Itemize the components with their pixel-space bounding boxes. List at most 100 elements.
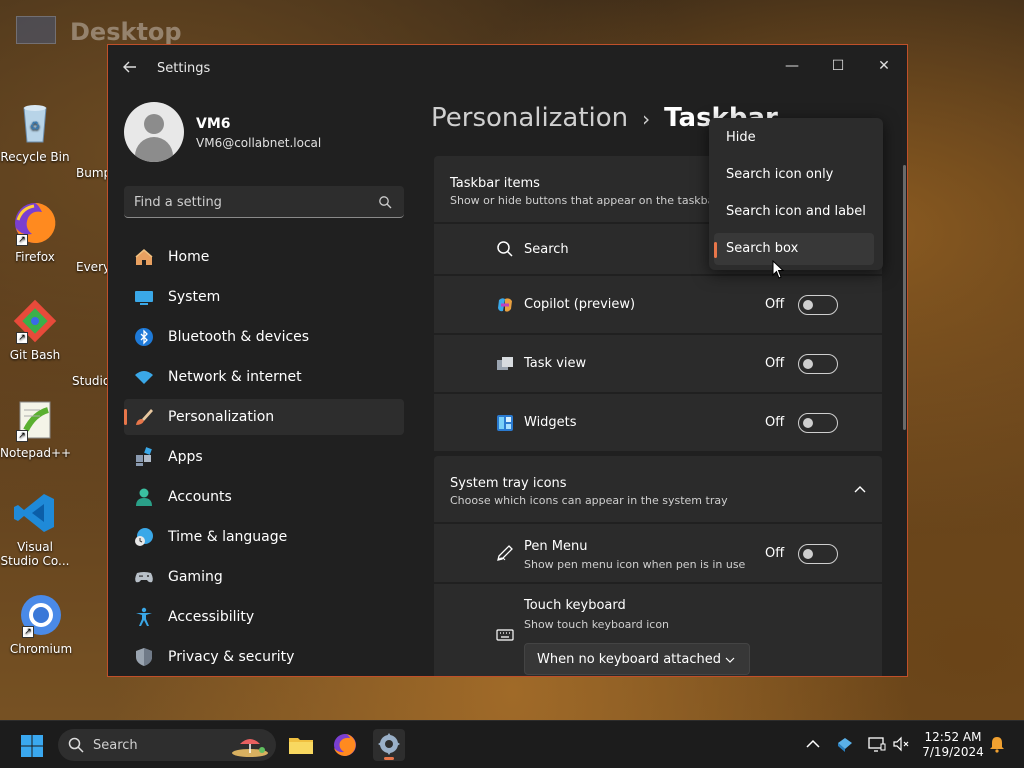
system-tray-subtitle: Choose which icons can appear in the sys… [450, 494, 728, 507]
sidebar-item-time-language[interactable]: Time & language [124, 519, 404, 555]
toggle-knob [803, 549, 813, 559]
clock-time: 12:52 AM [924, 730, 982, 744]
setting-row-copilot[interactable]: Copilot (preview) Off [434, 276, 882, 333]
sidebar-item-label: Time & language [168, 529, 288, 545]
task-view-toggle[interactable] [798, 354, 838, 374]
sidebar-item-accessibility[interactable]: Accessibility [124, 599, 404, 635]
breadcrumb-parent[interactable]: Personalization [431, 103, 628, 133]
setting-row-task-view[interactable]: Task view Off [434, 335, 882, 392]
desktop-icon-partial-bump[interactable]: Bump [76, 166, 111, 180]
copilot-toggle[interactable] [798, 295, 838, 315]
mouse-cursor-icon [772, 260, 785, 279]
sidebar-item-network-internet[interactable]: Network & internet [124, 359, 404, 395]
taskbar-clock[interactable]: 12:52 AM 7/19/2024 [918, 730, 988, 760]
git-bash-icon: ↗ [12, 298, 58, 344]
keyboard-icon [496, 629, 514, 641]
firefox-taskbar-button[interactable] [329, 729, 361, 761]
pen-menu-row-label: Pen Menu [524, 539, 588, 554]
volume-muted-icon[interactable] [892, 735, 910, 753]
desktop-icon-chromium[interactable]: ↗ Chromium [6, 592, 76, 656]
task-view-row-label: Task view [524, 356, 587, 371]
desktop-icon-git-bash[interactable]: ↗ Git Bash [0, 298, 70, 362]
close-button[interactable]: ✕ [861, 51, 907, 81]
sidebar-item-bluetooth-devices[interactable]: Bluetooth & devices [124, 319, 404, 355]
sidebar-item-label: Network & internet [168, 369, 302, 385]
windows-start-icon[interactable] [20, 734, 44, 758]
minimize-button[interactable]: — [769, 51, 815, 81]
widgets-icon [497, 415, 513, 431]
search-highlight-icon [232, 739, 268, 757]
sidebar-item-label: Personalization [168, 409, 275, 425]
desktop-icon-firefox[interactable]: ↗ Firefox [0, 200, 70, 264]
sidebar-item-accounts[interactable]: Accounts [124, 479, 404, 515]
vscode-icon [12, 490, 58, 536]
menu-item-search-icon-and-label[interactable]: Search icon and label [714, 196, 874, 228]
desktop-icon-notepad-plus-plus[interactable]: ↗ Notepad++ [0, 396, 71, 460]
taskbar-search-box[interactable]: Search [58, 729, 276, 761]
desktop-icon-partial-every[interactable]: Every [76, 260, 110, 274]
toggle-knob [803, 418, 813, 428]
clock-globe-icon [135, 528, 153, 546]
pen-menu-toggle[interactable] [798, 544, 838, 564]
sidebar-item-label: Gaming [168, 569, 223, 585]
system-tray-header[interactable]: System tray icons Choose which icons can… [434, 456, 882, 522]
svg-text:♻: ♻ [30, 119, 41, 133]
apps-icon [136, 447, 152, 466]
chevron-up-icon[interactable] [804, 735, 822, 753]
recycle-bin-icon: ♻ [12, 100, 58, 146]
menu-item-search-icon-only[interactable]: Search icon only [714, 159, 874, 191]
desktop-label: Desktop [70, 18, 182, 46]
task-view-icon [497, 357, 513, 370]
sidebar-item-home[interactable]: Home [124, 239, 404, 275]
menu-item-search-box[interactable]: Search box [714, 233, 874, 265]
search-icon [68, 737, 84, 753]
desktop-icon-recycle-bin[interactable]: ♻ Recycle Bin [0, 100, 70, 164]
scrollbar[interactable] [903, 165, 906, 430]
shortcut-arrow-icon: ↗ [16, 234, 28, 246]
chevron-up-icon[interactable] [854, 484, 866, 496]
sidebar-item-label: Privacy & security [168, 649, 295, 665]
touch-keyboard-dropdown[interactable]: When no keyboard attached [524, 643, 750, 675]
network-app-icon[interactable] [836, 735, 854, 753]
wifi-icon [135, 371, 153, 384]
widgets-state: Off [765, 415, 785, 430]
chromium-icon: ↗ [18, 592, 64, 638]
copilot-row-label: Copilot (preview) [524, 297, 636, 312]
find-setting-input[interactable] [134, 192, 364, 212]
sidebar-item-gaming[interactable]: Gaming [124, 559, 404, 595]
setting-row-widgets[interactable]: Widgets Off [434, 394, 882, 451]
menu-item-hide[interactable]: Hide [714, 122, 874, 154]
brush-icon [136, 409, 153, 425]
user-profile[interactable]: VM6 VM6@collabnet.local [124, 102, 404, 162]
sidebar-item-privacy-security[interactable]: Privacy & security [124, 639, 404, 675]
menu-item-label: Hide [726, 130, 756, 145]
find-setting-box[interactable] [124, 186, 404, 218]
settings-taskbar-button[interactable] [373, 729, 405, 761]
desktop-icon-partial-studio[interactable]: Studio [72, 374, 110, 388]
setting-row-touch-keyboard[interactable]: Touch keyboard Show touch keyboard icon … [434, 584, 882, 676]
setting-row-pen-menu[interactable]: Pen Menu Show pen menu icon when pen is … [434, 524, 882, 582]
taskbar: Search 12:52 AM 7/19/2024 [0, 720, 1024, 768]
touch-keyboard-row-label: Touch keyboard [524, 598, 626, 613]
back-button[interactable] [122, 59, 142, 79]
sidebar-item-personalization[interactable]: Personalization [124, 399, 404, 435]
notepad-plus-plus-icon: ↗ [12, 396, 58, 442]
avatar[interactable] [124, 102, 184, 162]
search-icon[interactable] [378, 195, 392, 209]
sidebar-item-apps[interactable]: Apps [124, 439, 404, 475]
notification-bell-icon[interactable] [988, 735, 1006, 753]
monitor-icon[interactable] [868, 735, 886, 753]
shield-icon [136, 648, 152, 666]
taskbar-items-subtitle: Show or hide buttons that appear on the … [450, 194, 719, 207]
widgets-toggle[interactable] [798, 413, 838, 433]
system-icon [135, 291, 153, 305]
sidebar-item-system[interactable]: System [124, 279, 404, 315]
pen-menu-state: Off [765, 546, 785, 561]
maximize-button[interactable]: ☐ [815, 51, 861, 81]
title-bar[interactable]: Settings — ☐ ✕ [108, 45, 907, 93]
account-icon [136, 488, 152, 506]
file-explorer-button[interactable] [285, 729, 317, 761]
desktop-icon-visual-studio-code[interactable]: Visual Studio Co... [0, 490, 70, 568]
menu-item-label: Search icon and label [726, 204, 866, 219]
search-row-label: Search [524, 242, 569, 257]
